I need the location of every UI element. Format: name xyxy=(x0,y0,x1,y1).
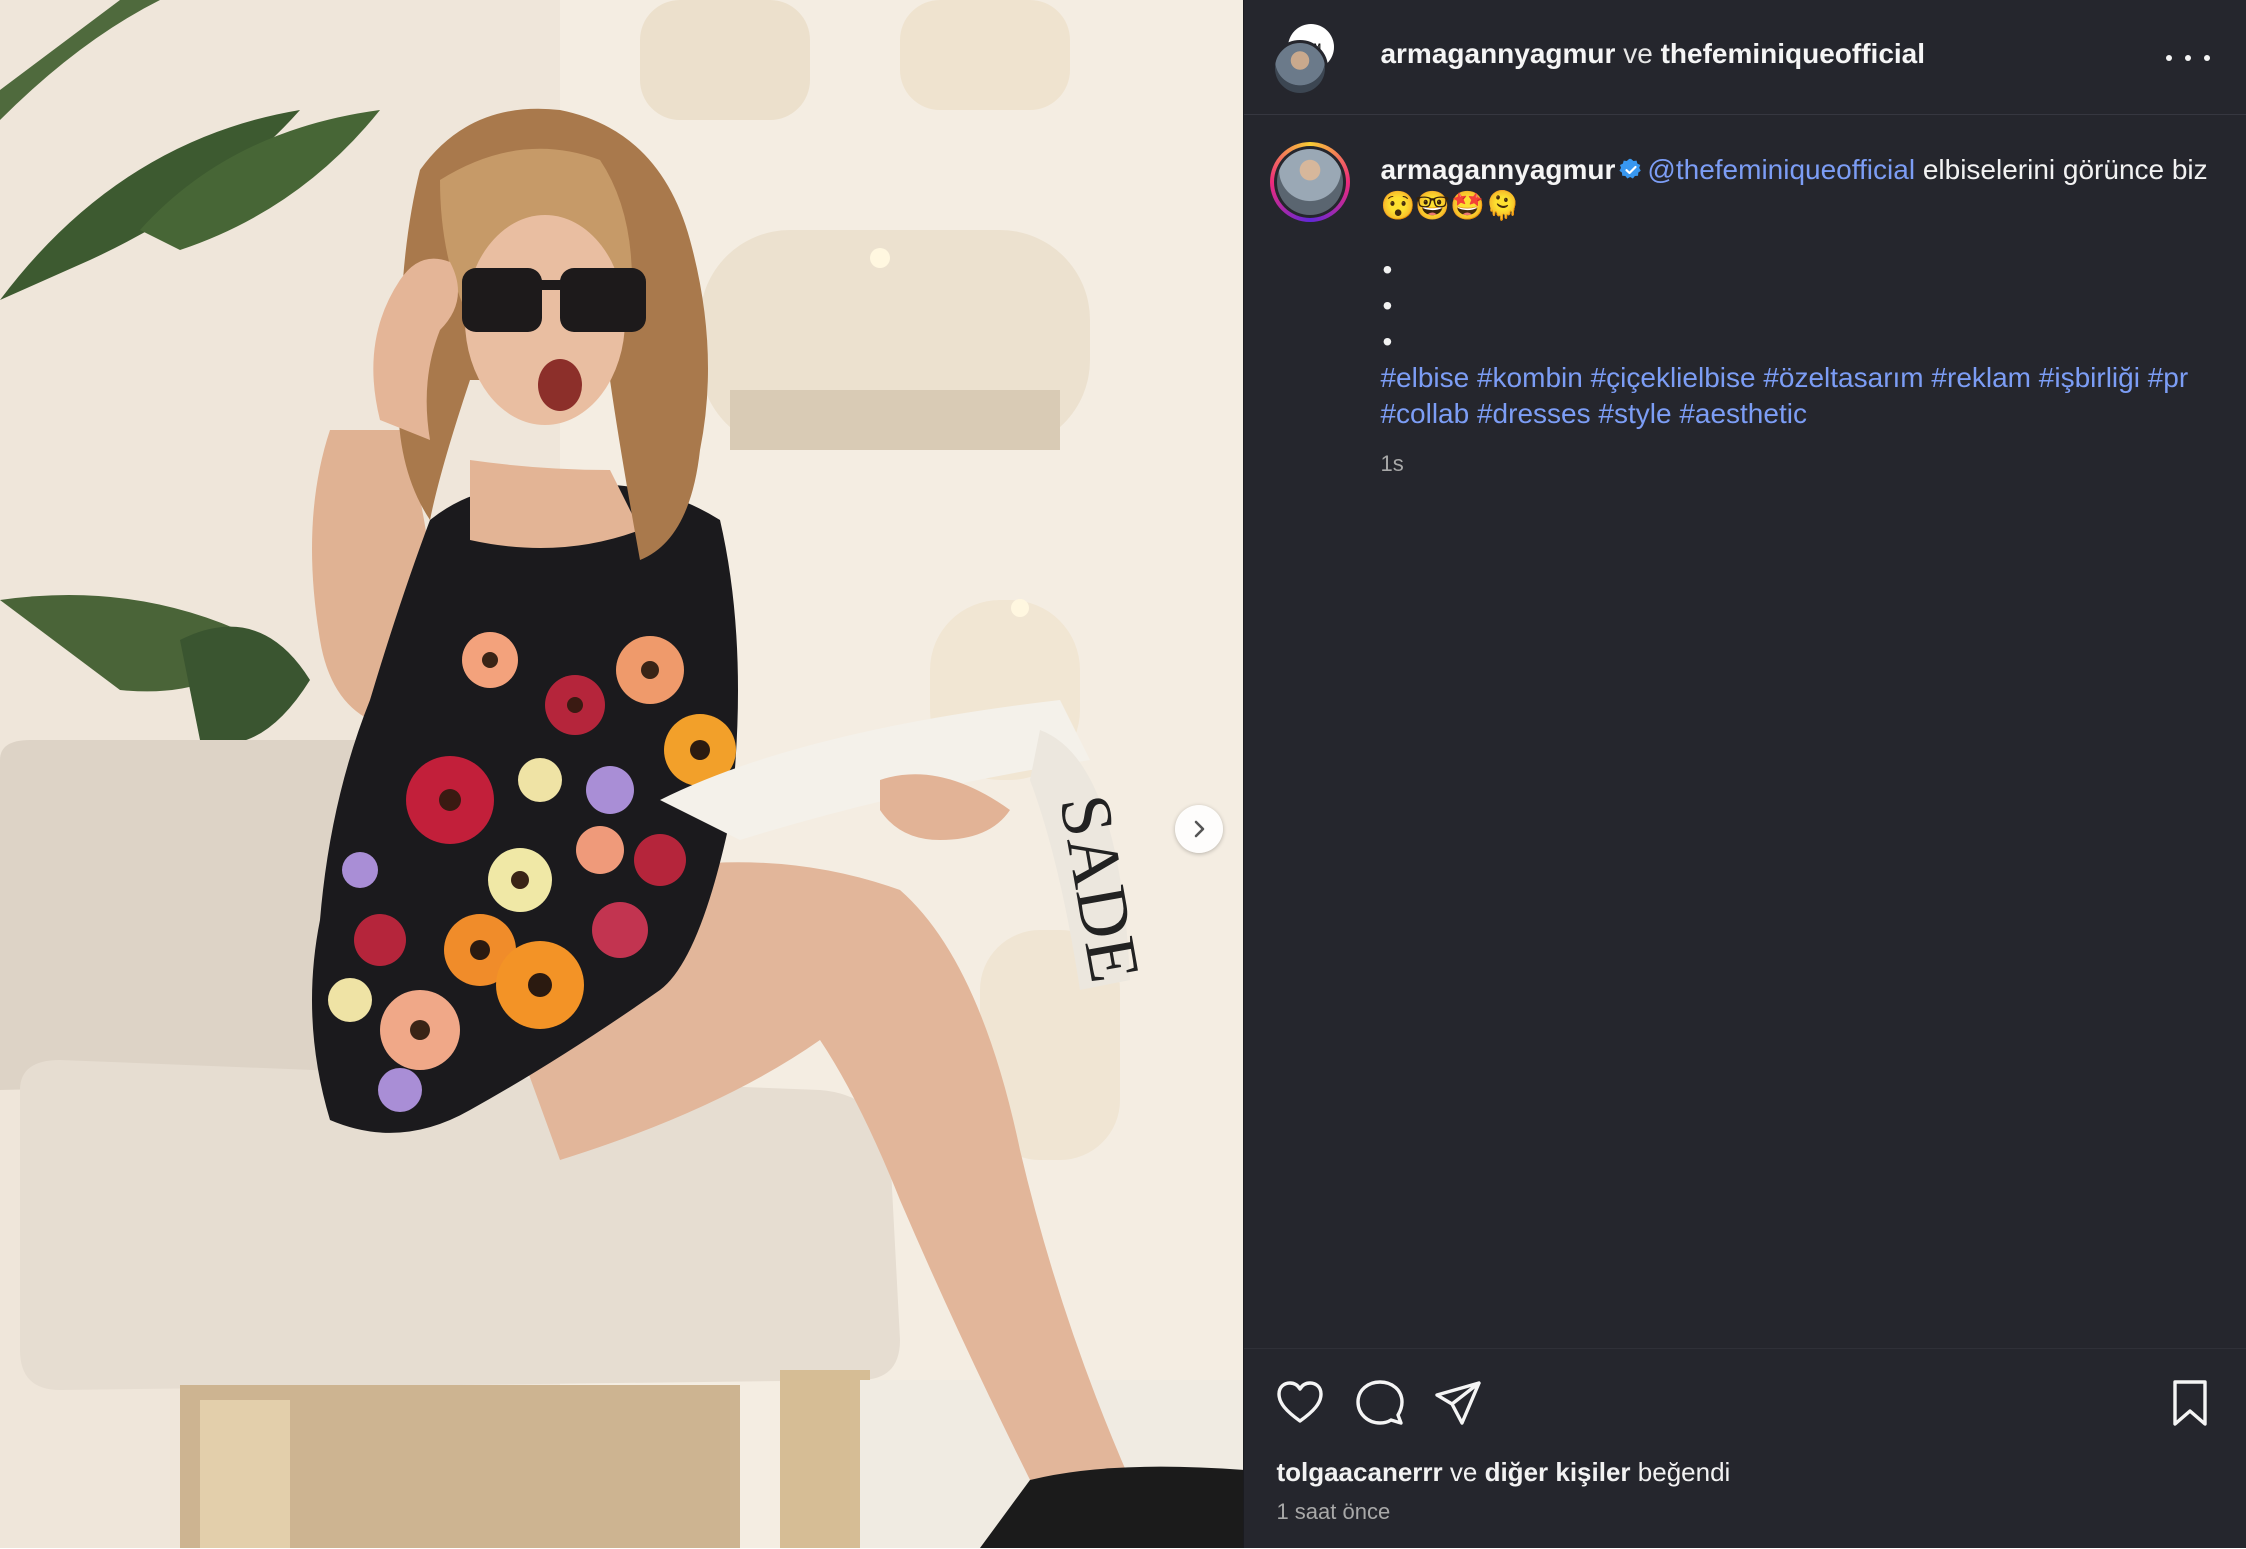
caption-timestamp[interactable]: 1s xyxy=(1380,446,2220,482)
post-photo: SADE xyxy=(0,0,1244,1548)
hashtag-link[interactable]: #elbise xyxy=(1380,362,1469,393)
hashtag-link[interactable]: #reklam xyxy=(1931,362,2031,393)
collaborator-username-link[interactable]: thefeminiqueofficial xyxy=(1661,38,1925,69)
more-horizontal-icon xyxy=(2166,55,2173,61)
likes-conjunction: ve xyxy=(1449,1457,1478,1487)
header-conjunction: ve xyxy=(1623,38,1653,69)
send-icon[interactable] xyxy=(1432,1377,1484,1429)
liker-username-link[interactable]: tolgaacanerrr xyxy=(1276,1457,1442,1487)
hashtag-link[interactable]: #collab xyxy=(1380,398,1469,429)
hashtag-link[interactable]: #özeltasarım xyxy=(1763,362,1923,393)
post-header: FEM armagannyagmur ve thefeminiqueoffici… xyxy=(1244,0,2246,115)
caption-username-link[interactable]: armagannyagmur xyxy=(1380,154,1615,185)
hashtag-list: #elbise #kombin #çiçeklielbise #özeltasa… xyxy=(1380,360,2220,432)
bookmark-icon[interactable] xyxy=(2164,1377,2216,1429)
heart-icon[interactable] xyxy=(1274,1377,1326,1429)
post-header-title: armagannyagmur ve thefeminiqueofficial xyxy=(1380,38,1925,70)
next-photo-button[interactable] xyxy=(1175,805,1223,853)
likes-summary: tolgaacanerrr ve diğer kişiler beğendi xyxy=(1276,1457,1730,1488)
post-caption: armagannyagmur @thefeminiqueofficial elbi… xyxy=(1380,152,2220,482)
more-options-button[interactable] xyxy=(2166,40,2211,76)
likes-suffix: beğendi xyxy=(1637,1457,1731,1487)
author-username-link[interactable]: armagannyagmur xyxy=(1380,38,1615,69)
caption-mention-link[interactable]: @thefeminiqueofficial xyxy=(1647,154,1915,185)
caption-dot: • xyxy=(1382,326,1393,357)
hashtag-link[interactable]: #işbirliği xyxy=(2039,362,2140,393)
hashtag-link[interactable]: #dresses xyxy=(1477,398,1591,429)
hashtag-link[interactable]: #çiçeklielbise xyxy=(1591,362,1756,393)
post-dialog: SADE FEM armagannyagmur ve thefeminiqueo… xyxy=(0,0,2246,1548)
caption-dot: • xyxy=(1382,290,1393,321)
hashtag-link[interactable]: #pr xyxy=(2148,362,2188,393)
post-time-ago[interactable]: 1 saat önce xyxy=(1276,1499,1390,1525)
hashtag-link[interactable]: #kombin xyxy=(1477,362,1583,393)
hashtag-link[interactable]: #aesthetic xyxy=(1679,398,1807,429)
post-media[interactable]: SADE xyxy=(0,0,1244,1548)
comment-icon[interactable] xyxy=(1354,1377,1406,1429)
more-horizontal-icon xyxy=(2185,55,2192,61)
caption-dot: • xyxy=(1382,254,1393,285)
chevron-right-icon xyxy=(1194,820,1205,838)
collab-avatars[interactable]: FEM xyxy=(1272,24,1344,96)
other-likers-link[interactable]: diğer kişiler xyxy=(1485,1457,1631,1487)
avatar xyxy=(1277,149,1344,215)
verified-badge-icon xyxy=(1619,158,1642,179)
author-avatar[interactable] xyxy=(1272,40,1329,96)
caption-author-avatar[interactable] xyxy=(1270,142,1351,222)
post-actions-bar: tolgaacanerrr ve diğer kişiler beğendi 1… xyxy=(1244,1348,2246,1549)
hashtag-link[interactable]: #style xyxy=(1598,398,1671,429)
post-side-panel: FEM armagannyagmur ve thefeminiqueoffici… xyxy=(1243,0,2246,1548)
more-horizontal-icon xyxy=(2204,55,2211,61)
